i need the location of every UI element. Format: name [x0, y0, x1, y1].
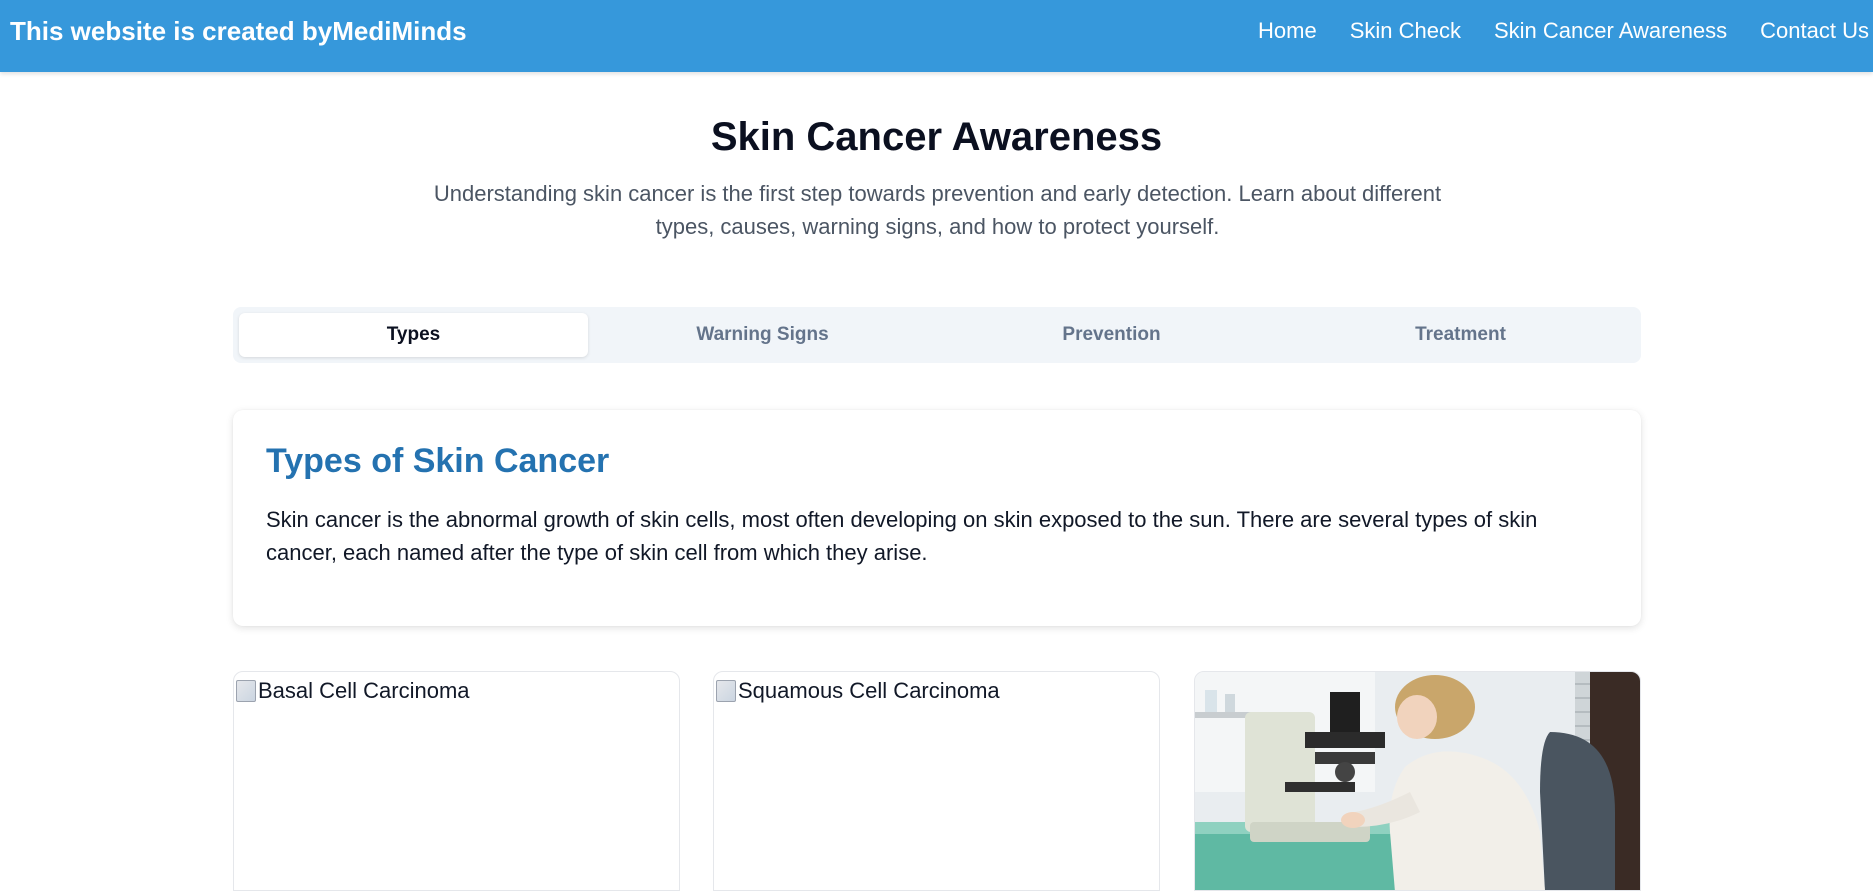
site-brand[interactable]: This website is created byMediMinds	[10, 0, 467, 62]
image-alt-text: Squamous Cell Carcinoma	[738, 678, 1000, 703]
lab-microscope-photo-card[interactable]	[1194, 671, 1641, 891]
squamous-cell-carcinoma-card[interactable]: Squamous Cell Carcinoma	[713, 671, 1160, 891]
nav-skin-cancer-awareness-link[interactable]: Skin Cancer Awareness	[1494, 18, 1727, 44]
page-title: Skin Cancer Awareness	[710, 115, 1163, 159]
awareness-tabs: Types Warning Signs Prevention Treatment	[233, 307, 1641, 363]
top-navbar: This website is created byMediMinds Home…	[0, 0, 1873, 72]
tab-types[interactable]: Types	[239, 313, 588, 357]
lab-microscope-photo	[1195, 672, 1640, 890]
tab-prevention[interactable]: Prevention	[937, 313, 1286, 357]
nav-home-link[interactable]: Home	[1258, 18, 1317, 44]
page-subtitle: Understanding skin cancer is the first s…	[433, 181, 1442, 239]
broken-image: Basal Cell Carcinoma	[234, 672, 470, 704]
nav-skin-check-link[interactable]: Skin Check	[1350, 18, 1461, 44]
nav-links: Home Skin Check Skin Cancer Awareness Co…	[1258, 0, 1869, 62]
image-alt-text: Basal Cell Carcinoma	[258, 678, 470, 703]
tab-warning-signs[interactable]: Warning Signs	[588, 313, 937, 357]
broken-image: Squamous Cell Carcinoma	[714, 672, 1000, 704]
nav-contact-us-link[interactable]: Contact Us	[1760, 18, 1869, 44]
broken-image-icon	[716, 680, 736, 702]
types-info-card: Types of Skin Cancer Skin cancer is the …	[233, 410, 1641, 626]
broken-image-icon	[236, 680, 256, 702]
types-card-text: Skin cancer is the abnormal growth of sk…	[266, 507, 1538, 565]
tab-treatment[interactable]: Treatment	[1286, 313, 1635, 357]
types-card-title: Types of Skin Cancer	[266, 442, 610, 480]
basal-cell-carcinoma-card[interactable]: Basal Cell Carcinoma	[233, 671, 680, 891]
